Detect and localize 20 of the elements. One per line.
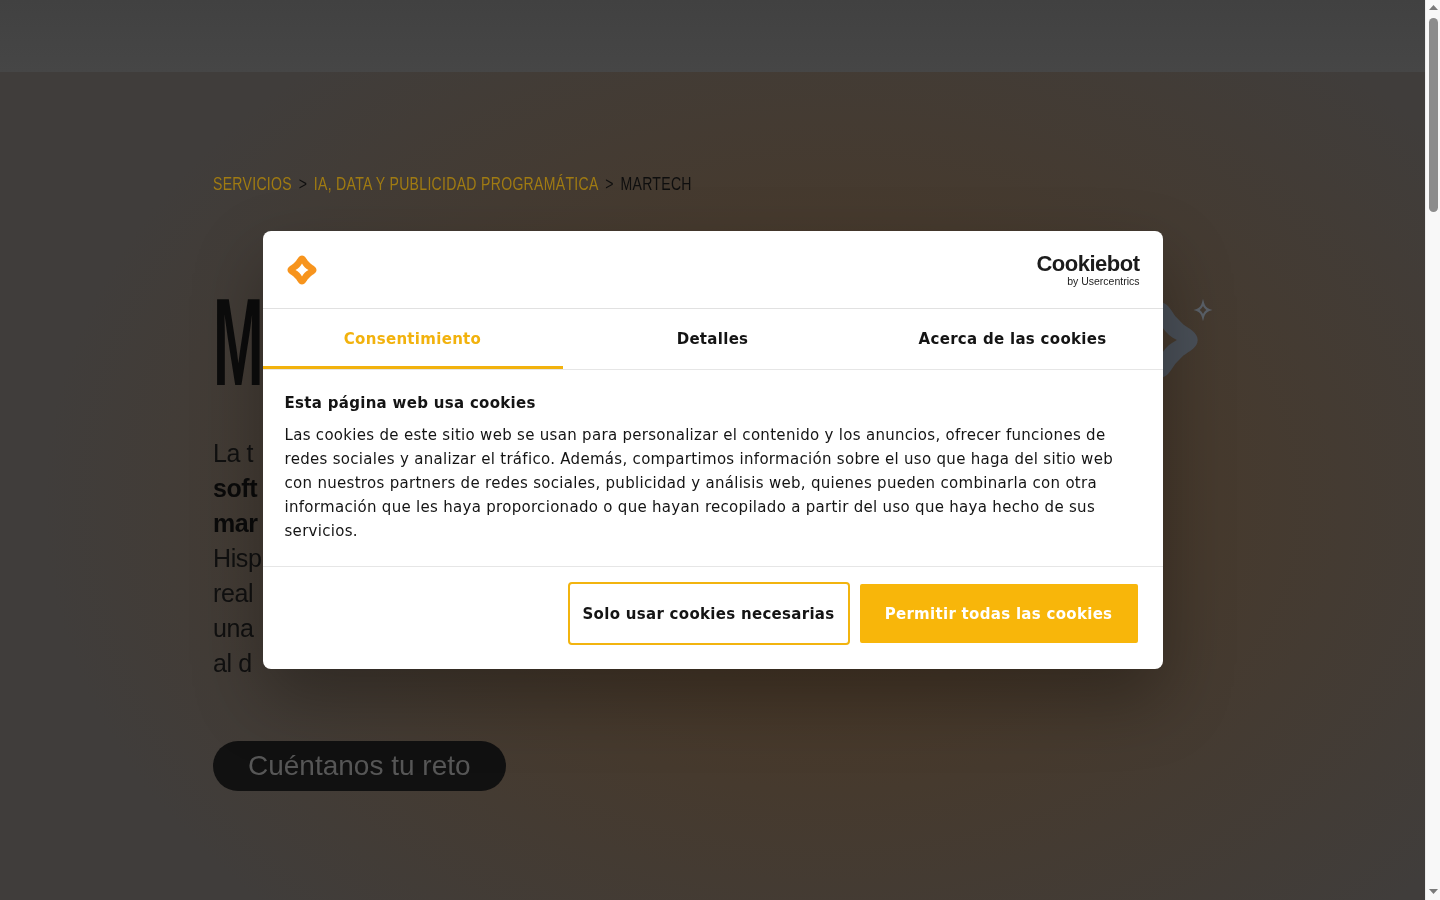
breadcrumb-link[interactable]: SERVICIOS [213, 172, 292, 196]
breadcrumb-separator: > [298, 172, 308, 196]
scroll-up-arrow-icon[interactable] [1428, 5, 1438, 10]
allow-all-button[interactable]: Permitir todas las cookies [859, 584, 1138, 643]
dialog-tab[interactable]: Consentimiento [262, 309, 563, 369]
breadcrumb-separator: > [605, 172, 614, 196]
brand-byline: by Usercentrics [1067, 274, 1140, 287]
dialog-text: Las cookies de este sitio web se usan para personalizar el contenido y los anuncios, ofrecer funciones de redes sociales y analizar el tráfico. Además, compartimos información sobre el uso que haga del sitio web con nuestros partners de redes sociales, publicidad y análisis web, quienes pueden combinarla con otra información que les haya proporcionado o que hayan recopilado a partir del uso que haya hecho de sus servicios. [284, 425, 1114, 542]
intro-text: soft [213, 474, 258, 502]
necessary-cookies-button[interactable]: Solo usar cookies necesarias [567, 582, 850, 645]
contact-button[interactable]: Cuéntanos tu reto [213, 741, 506, 791]
sparkle-logo-icon [286, 255, 317, 285]
breadcrumb-link[interactable]: IA, DATA Y PUBLICIDAD PROGRAMÁTICA [313, 172, 599, 196]
breadcrumb-current: MARTECH [620, 172, 692, 196]
scroll-down-arrow-icon[interactable] [1428, 889, 1438, 894]
scrollbar-thumb[interactable] [1428, 18, 1438, 212]
intro-text: mar [213, 509, 258, 537]
brand-name: Cookiebot [1036, 252, 1140, 275]
dialog-heading: Esta página web usa cookies [284, 393, 537, 414]
scrollbar[interactable] [1425, 0, 1440, 900]
